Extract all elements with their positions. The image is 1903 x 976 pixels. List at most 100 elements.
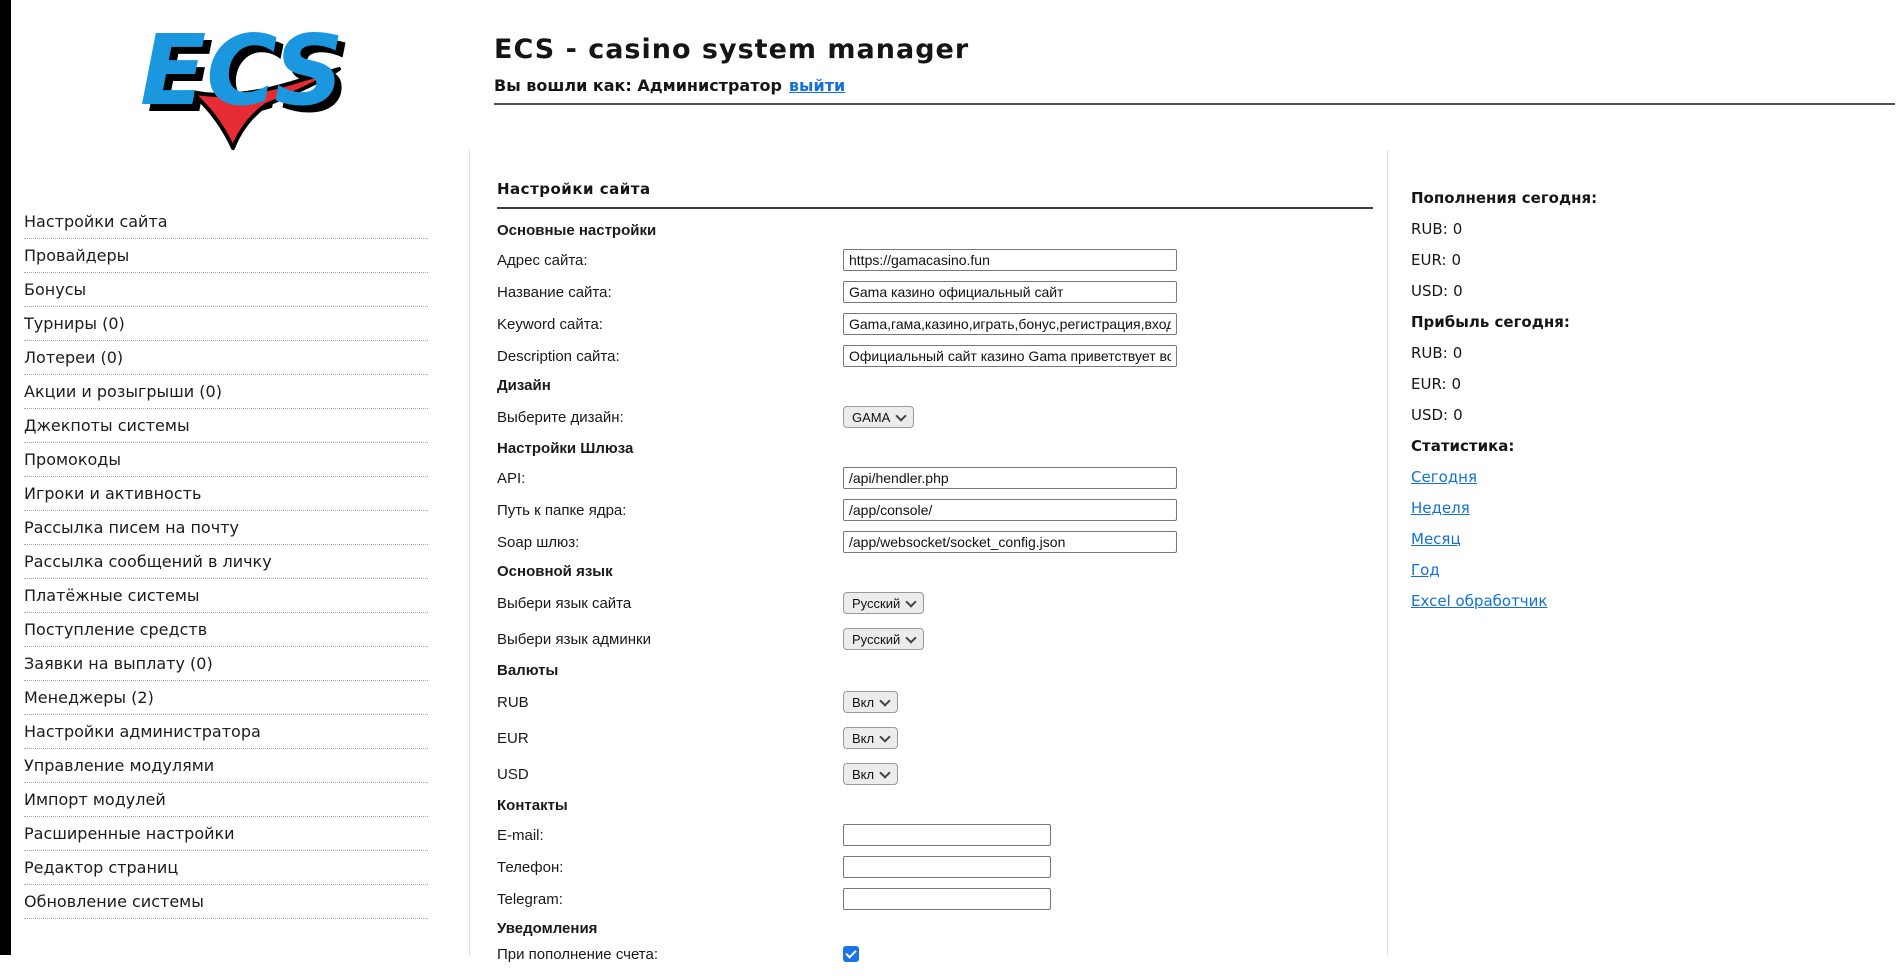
stats-month-link[interactable]: Месяц [1411,530,1461,548]
site-name-label: Название сайта: [497,284,843,301]
core-folder-label: Путь к папке ядра: [497,502,843,519]
site-language-select[interactable]: Русский [843,592,924,614]
sidebar-item[interactable]: Рассылка сообщений в личку [24,545,428,579]
basic-settings-section: Основные настройки [497,217,1373,244]
stat-value: 0 [1453,406,1463,424]
currencies-section: Валюты [497,657,1373,684]
sidebar-item[interactable]: Менеджеры (2) [24,681,428,715]
title-divider [497,207,1373,209]
main-language-section: Основной язык [497,558,1373,585]
stats-panel: Пополнения сегодня:RUB:0EUR:0USD:0Прибыл… [1411,182,1741,616]
stat-label: RUB: [1411,220,1448,238]
stat-link-row: Год [1411,554,1741,585]
sidebar-main-divider [469,150,470,955]
notifications-section: Уведомления [497,915,1373,942]
chevron-down-icon [906,632,917,643]
site-address-label: Адрес сайта: [497,252,843,269]
stat-label: RUB: [1411,344,1448,362]
deposit-notify-checkbox[interactable] [843,946,859,962]
form-row: USDВкл [497,756,1373,792]
sidebar-item[interactable]: Настройки администратора [24,715,428,749]
site-name-input[interactable] [843,281,1177,303]
sidebar-item[interactable]: Лотереи (0) [24,341,428,375]
eur-select[interactable]: Вкл [843,727,898,749]
chevron-down-icon [879,695,890,706]
stats-today-link[interactable]: Сегодня [1411,468,1477,486]
stats-week-link[interactable]: Неделя [1411,499,1470,517]
form-row: E-mail: [497,819,1373,851]
page-header: ECS - casino system manager Вы вошли как… [494,34,969,95]
sidebar-item[interactable]: Рассылка писем на почту [24,511,428,545]
chevron-down-icon [879,731,890,742]
telegram-label: Telegram: [497,891,843,908]
sidebar-item[interactable]: Джекпоты системы [24,409,428,443]
site-address-input[interactable] [843,249,1177,271]
sidebar-item[interactable]: Редактор страниц [24,851,428,885]
sidebar-item[interactable]: Импорт модулей [24,783,428,817]
logout-link[interactable]: выйти [789,76,845,95]
sidebar-item[interactable]: Управление модулями [24,749,428,783]
admin-language-select[interactable]: Русский [843,628,924,650]
site-keyword-input[interactable] [843,313,1177,335]
stat-label: USD: [1411,406,1448,424]
excel-handler-link[interactable]: Excel обработчик [1411,592,1547,610]
site-language-selected-value: Русский [852,596,900,611]
form-row: Description сайта: [497,340,1373,372]
stat-value: 0 [1453,344,1463,362]
eur-label: EUR [497,730,843,747]
sidebar-item[interactable]: Турниры (0) [24,307,428,341]
sidebar-item[interactable]: Расширенные настройки [24,817,428,851]
profit-today-heading: Прибыль сегодня: [1411,306,1741,337]
sidebar-menu: Настройки сайтаПровайдерыБонусыТурниры (… [24,205,428,919]
api-label: API: [497,470,843,487]
sidebar-item[interactable]: Провайдеры [24,239,428,273]
sidebar-item[interactable]: Платёжные системы [24,579,428,613]
deposits-today-heading: Пополнения сегодня: [1411,182,1741,213]
telegram-input[interactable] [843,888,1051,910]
email-input[interactable] [843,824,1051,846]
sidebar-item[interactable]: Обновление системы [24,885,428,919]
eur-selected-value: Вкл [852,731,874,746]
rub-select[interactable]: Вкл [843,691,898,713]
site-language-label: Выбери язык сайта [497,595,843,612]
core-folder-input[interactable] [843,499,1177,521]
soap-gateway-input[interactable] [843,531,1177,553]
design-select[interactable]: GAMA [843,406,914,428]
main-rightpanel-divider [1387,150,1388,955]
stat-line: EUR:0 [1411,368,1741,399]
design-section: Дизайн [497,372,1373,399]
api-input[interactable] [843,467,1177,489]
rub-selected-value: Вкл [852,695,874,710]
sidebar-item[interactable]: Настройки сайта [24,205,428,239]
stats-year-link[interactable]: Год [1411,561,1440,579]
sidebar-item[interactable]: Акции и розыгрыши (0) [24,375,428,409]
phone-label: Телефон: [497,859,843,876]
sidebar-item[interactable]: Бонусы [24,273,428,307]
site-description-input[interactable] [843,345,1177,367]
soap-gateway-label: Soap шлюз: [497,534,843,551]
stat-line: RUB:0 [1411,213,1741,244]
sidebar-item[interactable]: Промокоды [24,443,428,477]
phone-input[interactable] [843,856,1051,878]
sidebar-item[interactable]: Поступление средств [24,613,428,647]
form-row: EUR Вкл [497,720,1373,756]
chevron-down-icon [896,410,907,421]
form-row: Keyword сайта: [497,308,1373,340]
stat-value: 0 [1451,375,1461,393]
stat-link-row: Сегодня [1411,461,1741,492]
design-selected-value: GAMA [852,410,890,425]
form-row: Soap шлюз: [497,526,1373,558]
usd-select[interactable]: Вкл [843,763,898,785]
form-row: Путь к папке ядра: [497,494,1373,526]
form-row: Адрес сайта: [497,244,1373,276]
page-title: Настройки сайта [497,180,1373,198]
rub-label: RUB [497,694,843,711]
stat-line: RUB: 0 [1411,337,1741,368]
login-status: Вы вошли как: Администраторвыйти [494,76,969,95]
sidebar-item[interactable]: Заявки на выплату (0) [24,647,428,681]
usd-selected-value: Вкл [852,767,874,782]
app-title: ECS - casino system manager [494,34,969,65]
statistics-heading: Статистика: [1411,430,1741,461]
sidebar-item[interactable]: Игроки и активность [24,477,428,511]
site-description-label: Description сайта: [497,348,843,365]
